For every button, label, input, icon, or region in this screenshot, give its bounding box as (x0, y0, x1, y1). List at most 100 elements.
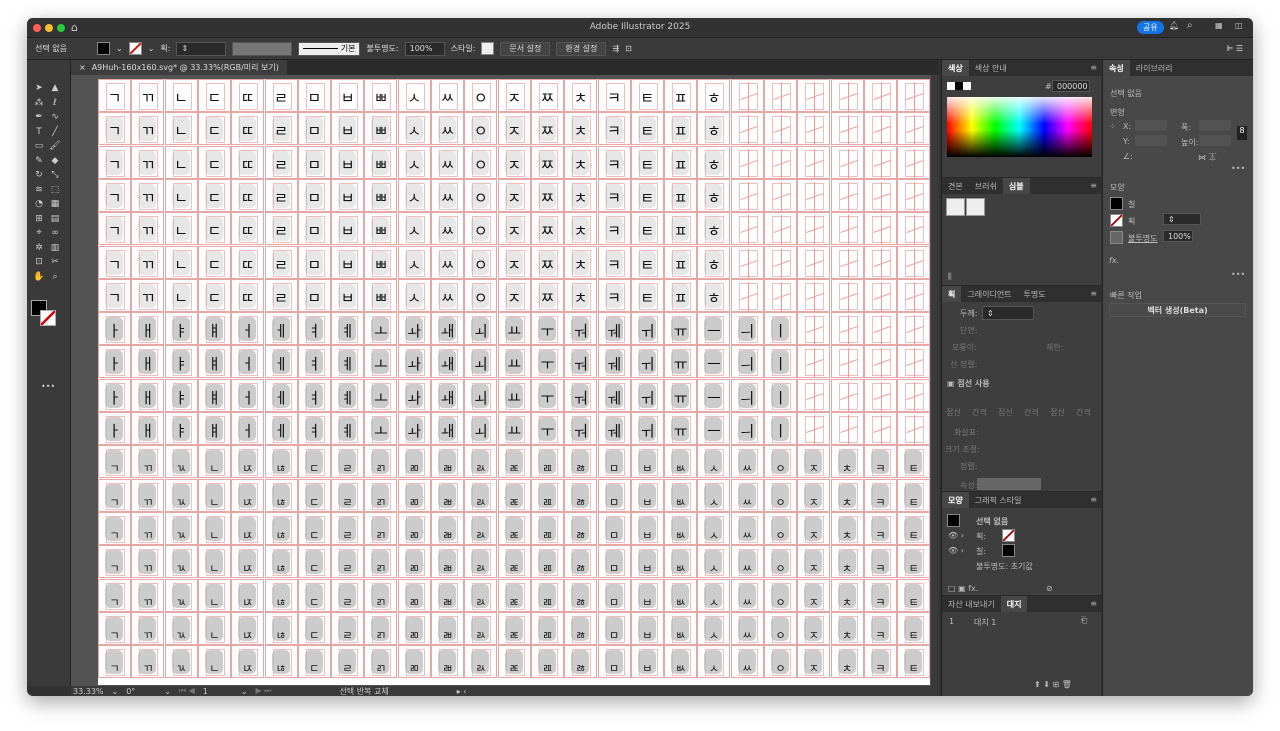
symbol-sprayer-tool-icon[interactable]: ✲ (33, 242, 45, 254)
color-spectrum[interactable] (947, 97, 1092, 157)
document-tab[interactable]: × A9Huh-160x160.svg* @ 33.33%(RGB/미리 보기) (71, 60, 287, 75)
free-transform-tool-icon[interactable]: ⬚ (49, 184, 61, 196)
tab-properties[interactable]: 속성 (1103, 60, 1130, 76)
slice-tool-icon[interactable]: ✂ (49, 256, 61, 268)
panel-menu-icon[interactable]: ≡ (1090, 495, 1097, 504)
panel-menu-icon[interactable]: ≡ (1090, 599, 1097, 608)
properties-fill-swatch[interactable] (1110, 197, 1123, 210)
tab-brushes[interactable]: 브러쉬 (969, 178, 1003, 194)
panel-toggle-icon[interactable]: ◫ (1235, 21, 1243, 30)
tab-gradient[interactable]: 그레이디언트 (961, 286, 1017, 302)
constrain-proportions-icon[interactable]: 8 (1237, 126, 1247, 140)
add-stroke-icon[interactable]: □ ▣ fx. (948, 584, 978, 593)
vectorize-button[interactable]: 벡터 생성(Beta) (1109, 303, 1246, 317)
style-swatch[interactable] (481, 42, 495, 55)
hex-input[interactable]: 000000 (1052, 80, 1090, 92)
rotate-icon[interactable]: ∠: (1123, 152, 1133, 161)
symbol-item[interactable] (946, 198, 965, 216)
tab-transparency[interactable]: 투명도 (1018, 286, 1052, 302)
fill-swatch[interactable] (97, 42, 110, 55)
shaper-tool-icon[interactable]: ✎ (33, 155, 45, 167)
x-input[interactable] (1135, 120, 1167, 131)
tab-artboards[interactable]: 대지 (1000, 596, 1028, 612)
arrange-icon[interactable]: ⇶ (612, 44, 619, 53)
artboard-row[interactable]: 1 대지 1 ⎗ (946, 616, 1096, 628)
eye-icon[interactable]: 👁︎ › (948, 531, 964, 540)
brush-select[interactable]: 기본 (298, 41, 361, 56)
artboard-actions-icon[interactable]: ⬆ ⬇ ⊞ 🗑︎ (1034, 680, 1072, 689)
clear-appearance-icon[interactable]: ⊘ (1046, 584, 1053, 593)
share-button[interactable]: 공유 (1137, 21, 1164, 34)
preferences-button[interactable]: 환경 설정 (556, 41, 607, 56)
tab-appearance[interactable]: 모양 (942, 492, 969, 508)
lasso-tool-icon[interactable]: ℓ (49, 97, 61, 109)
artboard-number[interactable]: 1 (203, 687, 233, 696)
symbol-library-icon[interactable]: ⫼ (948, 272, 952, 282)
tab-symbols[interactable]: 심볼 (1002, 178, 1030, 194)
direct-selection-tool-icon[interactable]: ▲ (49, 82, 61, 94)
appearance-stroke-label[interactable]: 획: (976, 531, 986, 542)
y-input[interactable] (1135, 135, 1167, 146)
chevron-down-icon[interactable]: ⌄ (116, 44, 123, 53)
chevron-down-icon[interactable]: ⌄ (148, 44, 155, 53)
properties-opacity-input[interactable]: 100% (1163, 230, 1193, 242)
zoom-tool-icon[interactable]: ⌕ (49, 271, 61, 283)
scale-tool-icon[interactable]: ⤡ (49, 169, 61, 181)
opacity-input[interactable]: 100% (404, 41, 445, 56)
search-icon[interactable]: ⌕ (1187, 20, 1193, 31)
eraser-tool-icon[interactable]: ◆ (49, 155, 61, 167)
pen-tool-icon[interactable]: ✒ (33, 111, 45, 123)
magic-wand-tool-icon[interactable]: ⁂ (33, 97, 45, 109)
hand-tool-icon[interactable]: ✋ (33, 271, 45, 283)
flip-icon[interactable]: ⋈ ⏄ (1198, 152, 1217, 163)
properties-stroke-swatch[interactable] (1110, 214, 1123, 227)
stroke-color-box[interactable] (40, 310, 56, 326)
rotate-tool-icon[interactable]: ↻ (33, 169, 45, 181)
appearance-fill-label[interactable]: 칠: (976, 546, 986, 557)
selection-tool-icon[interactable]: ➤ (33, 82, 45, 94)
close-tab-icon[interactable]: × (79, 63, 86, 72)
none-black-white-swatches[interactable] (947, 82, 971, 90)
panel-menu-icon[interactable]: ≡ (1090, 63, 1097, 72)
mesh-tool-icon[interactable]: ⊞ (33, 213, 45, 225)
stroke-weight-field[interactable]: ⇕ (982, 306, 1034, 320)
blend-tool-icon[interactable]: ∞ (49, 227, 61, 239)
zoom-level[interactable]: 33.33% (73, 687, 104, 696)
appearance-opacity[interactable]: 불투명도: 초기값 (976, 561, 1033, 572)
dashed-line-checkbox[interactable]: ▣ 점선 사용 (947, 378, 990, 389)
symbol-item[interactable] (966, 198, 985, 216)
stroke-swatch[interactable] (128, 42, 142, 55)
tab-swatches[interactable]: 견본 (942, 178, 969, 194)
shape-builder-tool-icon[interactable]: ◔ (33, 198, 45, 210)
more-options-icon[interactable]: ••• (1231, 164, 1245, 173)
profile-select[interactable] (977, 478, 1041, 490)
tab-libraries[interactable]: 라이브러리 (1130, 60, 1179, 76)
artboard-tool-icon[interactable]: ⊡ (33, 256, 45, 268)
type-tool-icon[interactable]: T (33, 126, 45, 138)
status-action[interactable]: 선택 반복 교체 (339, 686, 388, 697)
artboard[interactable]: ㄱㄲㄴㄷㄸㄹㅁㅂㅃㅅㅆㅇㅈㅉㅊㅋㅌㅍㅎㄱㄲㄴㄷㄸㄹㅁㅂㅃㅅㅆㅇㅈㅉㅊㅋㅌㅍㅎㄱㄲ… (98, 79, 930, 685)
reference-point-icon[interactable]: ⁘ (1109, 122, 1116, 131)
tab-color[interactable]: 색상 (942, 60, 969, 76)
artboard-tool-icon[interactable]: ⊡ (625, 44, 632, 53)
line-tool-icon[interactable]: ╱ (49, 126, 61, 138)
variable-width-select[interactable] (232, 41, 293, 56)
gradient-tool-icon[interactable]: ▤ (49, 213, 61, 225)
vertical-scrollbar[interactable] (931, 75, 939, 686)
properties-stroke-weight[interactable]: ⇕ (1163, 213, 1201, 225)
workspace-icon[interactable]: ▦ (1215, 21, 1223, 30)
tab-graphic-styles[interactable]: 그래픽 스타일 (969, 492, 1028, 508)
more-options-icon[interactable]: ••• (1231, 270, 1245, 279)
height-input[interactable] (1199, 135, 1231, 146)
eye-icon[interactable]: 👁︎ › (948, 546, 964, 555)
rectangle-tool-icon[interactable]: ▭ (33, 140, 45, 152)
appearance-stroke-swatch[interactable] (1002, 529, 1015, 542)
align-icon[interactable]: ⊫ ☰ (1226, 44, 1243, 53)
canvas-area[interactable]: ㄱㄲㄴㄷㄸㄹㅁㅂㅃㅅㅆㅇㅈㅉㅊㅋㅌㅍㅎㄱㄲㄴㄷㄸㄹㅁㅂㅃㅅㅆㅇㅈㅉㅊㅋㅌㅍㅎㄱㄲ… (71, 75, 939, 686)
paintbrush-tool-icon[interactable]: 🖌︎ (49, 140, 61, 152)
more-tools-icon[interactable]: ••• (41, 382, 55, 391)
appearance-fill-swatch[interactable] (1002, 544, 1015, 557)
tab-stroke[interactable]: 획 (942, 286, 962, 302)
fx-icon[interactable]: fx. (1109, 256, 1119, 265)
tab-asset-export[interactable]: 자산 내보내기 (942, 596, 1001, 612)
